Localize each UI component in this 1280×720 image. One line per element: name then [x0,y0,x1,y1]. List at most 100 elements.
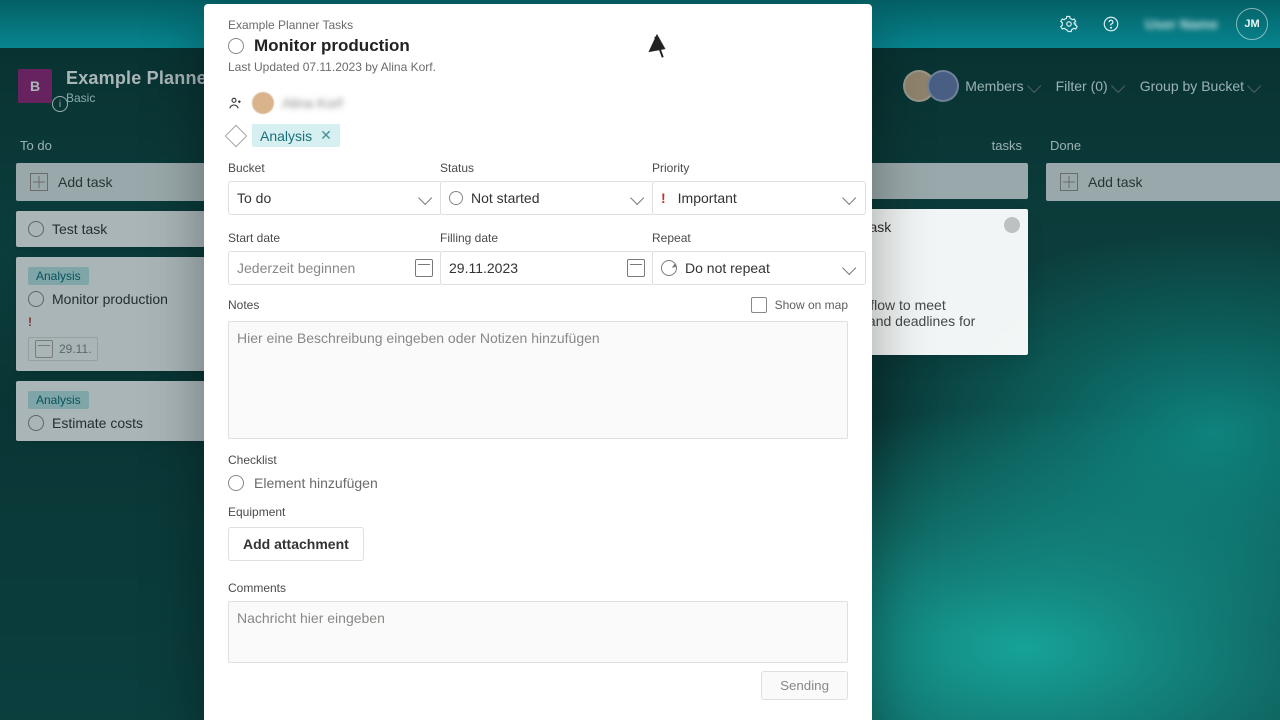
field-label: Filling date [440,231,636,245]
dialog-title[interactable]: Monitor production [254,36,410,56]
column-title: Done [1050,138,1280,153]
groupby-dropdown[interactable]: Group by Bucket [1140,78,1262,94]
notes-input[interactable]: Hier eine Beschreibung eingeben oder Not… [228,321,848,439]
due-date: 29.11. [28,337,98,361]
radio-icon [228,475,244,491]
complete-toggle[interactable] [28,291,44,307]
help-icon [1102,15,1120,33]
gear-icon [1060,15,1078,33]
field-label: Bucket [228,161,424,175]
avatar-initials: JM [1244,18,1259,30]
bucket-field: Bucket To do [228,161,424,215]
add-checklist-item[interactable]: Element hinzufügen [228,475,848,491]
task-dialog: Example Planner Tasks Monitor production… [204,4,872,720]
label-chip[interactable]: Analysis ✕ [252,124,340,147]
plus-icon [30,173,48,191]
chevron-down-icon [423,193,433,203]
filter-dropdown[interactable]: Filter (0) [1056,78,1126,94]
add-task-label: Add task [1088,174,1142,190]
start-date-field: Start date Jederzeit beginnen [228,231,424,285]
chevron-down-icon [1032,81,1042,91]
priority-icon: ! [661,190,666,206]
info-icon[interactable]: i [52,96,68,112]
field-label: Repeat [652,231,848,245]
labels-row[interactable]: Analysis ✕ [228,124,848,147]
groupby-label: Group by Bucket [1140,78,1244,94]
user-name: User Name [1137,16,1226,32]
status-value: Not started [471,190,539,206]
last-updated: Last Updated 07.11.2023 by Alina Korf. [228,60,848,74]
show-on-map-toggle[interactable]: Show on map [751,297,848,313]
repeat-value: Do not repeat [685,260,770,276]
status-field: Status Not started [440,161,636,215]
column-done: Done Add task [1046,128,1280,441]
assign-icon [228,95,244,111]
priority-value: Important [678,190,737,206]
assignee-avatar [252,92,274,114]
checklist-placeholder: Element hinzufügen [254,475,378,491]
field-label: Status [440,161,636,175]
repeat-icon [661,260,677,276]
tag-icon [225,124,248,147]
breadcrumb[interactable]: Example Planner Tasks [228,18,848,32]
assignees-row[interactable]: Alina Korf [228,92,848,114]
assignee-name: Alina Korf [282,95,343,111]
field-label: Start date [228,231,424,245]
show-on-map-label: Show on map [775,298,848,312]
task-title: Monitor production [52,291,168,307]
end-date-input[interactable]: 29.11.2023 [440,251,654,285]
complete-toggle[interactable] [228,38,244,54]
comments-input[interactable]: Nachricht hier eingeben [228,601,848,663]
field-label: Priority [652,161,848,175]
equipment-label: Equipment [228,505,848,519]
help-button[interactable] [1095,8,1127,40]
add-task-button[interactable]: Add task [1046,163,1280,201]
notes-label: Notes [228,298,259,312]
plan-badge: B [18,69,52,103]
checkbox-icon[interactable] [751,297,767,313]
end-value: 29.11.2023 [449,260,518,276]
chevron-down-icon [635,193,645,203]
add-attachment-button[interactable]: Add attachment [228,527,364,561]
repeat-select[interactable]: Do not repeat [652,251,866,285]
task-chip: Analysis [28,267,89,285]
send-button[interactable]: Sending [761,671,848,700]
filter-label: Filter (0) [1056,78,1108,94]
complete-toggle[interactable] [28,221,44,237]
due-date-text: 29.11. [59,342,91,356]
settings-button[interactable] [1053,8,1085,40]
bucket-select[interactable]: To do [228,181,442,215]
calendar-icon[interactable] [415,259,433,277]
status-select[interactable]: Not started [440,181,654,215]
start-date-input[interactable]: Jederzeit beginnen [228,251,442,285]
end-date-field: Filling date 29.11.2023 [440,231,636,285]
bucket-value: To do [237,190,271,206]
task-title: Estimate costs [52,415,143,431]
priority-icon: ! [28,315,32,329]
members-dropdown[interactable]: Members [965,78,1041,94]
plus-icon [1060,173,1078,191]
chevron-down-icon [847,193,857,203]
chevron-down-icon [847,263,857,273]
member-avatar-2[interactable] [927,70,959,102]
status-icon [449,191,463,205]
plan-badge-letter: B [30,78,40,94]
add-attachment-label: Add attachment [243,536,349,552]
complete-toggle[interactable] [28,415,44,431]
calendar-icon[interactable] [627,259,645,277]
task-chip: Analysis [28,391,89,409]
label-chip-text: Analysis [260,128,312,144]
remove-label-button[interactable]: ✕ [320,127,332,144]
chevron-down-icon [1116,81,1126,91]
start-placeholder: Jederzeit beginnen [237,260,355,276]
send-label: Sending [780,678,829,693]
user-avatar[interactable]: JM [1236,8,1268,40]
priority-select[interactable]: ! Important [652,181,866,215]
notes-placeholder: Hier eine Beschreibung eingeben oder Not… [237,330,600,346]
comments-label: Comments [228,581,848,595]
repeat-field: Repeat Do not repeat [652,231,848,285]
members-label: Members [965,78,1023,94]
task-title: Test task [52,221,107,237]
assignee-avatar [1004,217,1020,233]
chevron-down-icon [1252,81,1262,91]
